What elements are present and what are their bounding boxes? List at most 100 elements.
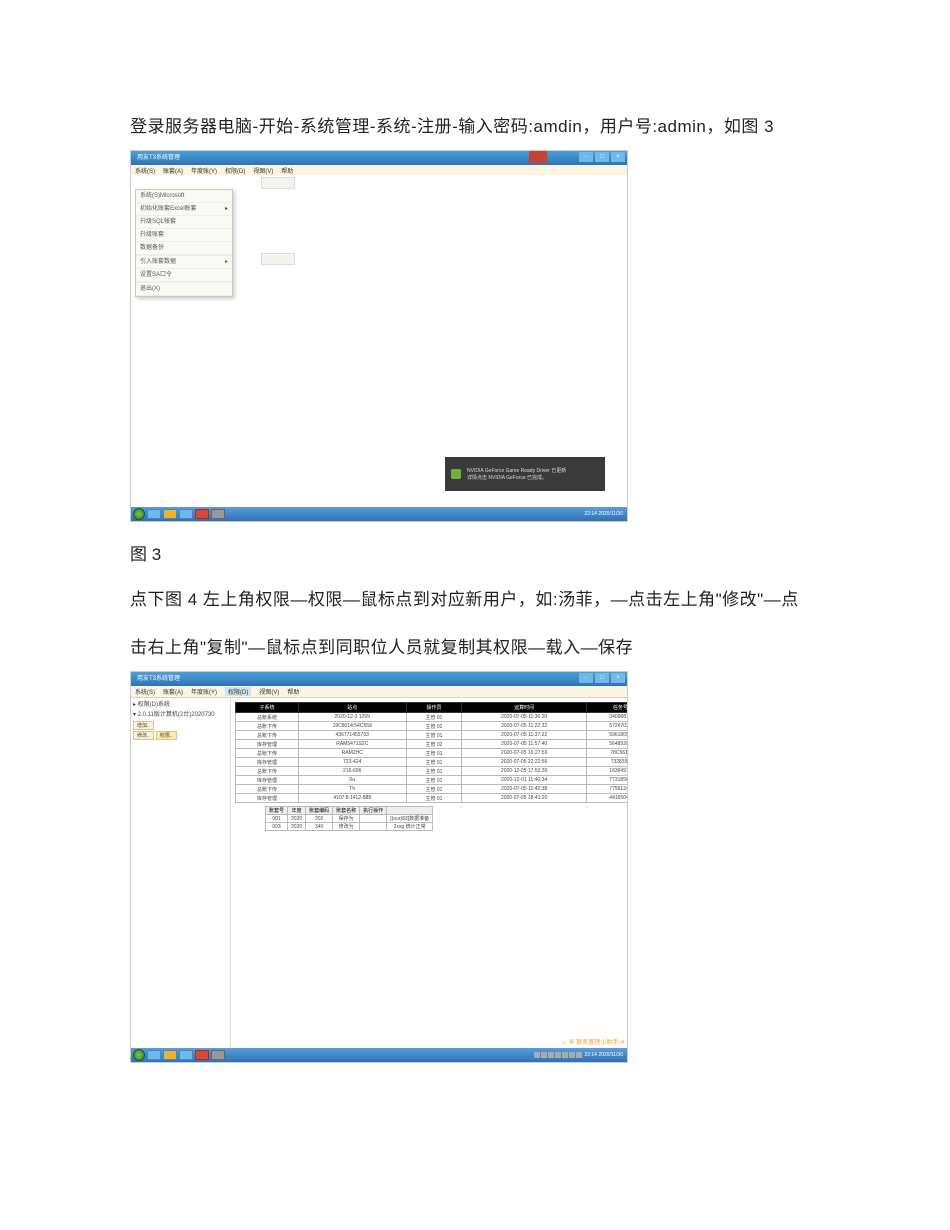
menu-permission[interactable]: 权限(D) — [225, 166, 245, 175]
table-cell: 主管 01 — [406, 785, 462, 794]
taskbar-app-4[interactable] — [195, 509, 209, 519]
start-button[interactable] — [133, 1049, 145, 1061]
table-row[interactable]: 总账下传RAM2HC主管 012020-07-05 16:27:5978C561… — [236, 749, 628, 758]
windows-taskbar: 22:14 2020/11/30 — [131, 507, 627, 521]
minimize-button[interactable]: - — [579, 673, 593, 683]
table-cell: 保存为 — [333, 815, 360, 823]
taskbar-app-3[interactable] — [179, 509, 193, 519]
tray-icon[interactable] — [534, 1052, 540, 1058]
menu-account[interactable]: 账套(A) — [163, 687, 183, 696]
instruction-paragraph-2: 点下图 4 左上角权限—权限—鼠标点到对应新用户，如:汤菲，—点击左上角"修改"… — [130, 583, 820, 617]
system-close-group — [529, 150, 547, 163]
permission-button[interactable]: 权限.. — [156, 731, 177, 740]
taskbar-app-5[interactable] — [211, 1050, 225, 1060]
close-button[interactable]: × — [611, 673, 625, 683]
table-row[interactable]: 总账下传216-696主管 012020-12-05 17:52:3016364… — [236, 767, 628, 776]
table-cell: 主管 02 — [406, 722, 462, 731]
table-cell: 主管 01 — [406, 749, 462, 758]
tray-icon[interactable] — [541, 1052, 547, 1058]
taskbar-app-1[interactable] — [147, 509, 161, 519]
table-header: 账套号 — [266, 807, 288, 815]
dropdown-item-sa[interactable]: 设置SA口令 — [136, 269, 232, 282]
figure-4-screenshot: 用友T3系统管理 - □ × 系统(S) 账套(A) 年度账(Y) 权限(D) … — [130, 671, 628, 1063]
menu-account[interactable]: 账套(A) — [163, 166, 183, 175]
tray-time: 22:14 2020/11/30 — [584, 511, 623, 517]
tray-icon[interactable] — [548, 1052, 554, 1058]
dropdown-item-upgrade-sql[interactable]: 升级SQL帐套 — [136, 216, 232, 229]
tree-item-2[interactable]: ▾ 2.0.11版计算机(2台)2020730 — [133, 710, 228, 720]
dropdown-item-init[interactable]: 初始化账套Excel账套▸ — [136, 203, 232, 216]
menu-help[interactable]: 帮助 — [281, 166, 293, 175]
table-cell: 主管 01 — [406, 713, 462, 722]
table-cell — [360, 815, 387, 823]
menu-permission[interactable]: 权限(D) — [225, 687, 251, 696]
table-header — [387, 807, 433, 815]
tray-icon[interactable] — [576, 1052, 582, 1058]
table-row[interactable]: 总账系统2020-12-3 1299主管 012020-07-05 11:36:… — [236, 713, 628, 722]
tree-item-1[interactable]: ▸ 权限(D)系统 — [133, 700, 228, 710]
table-cell: 436771455703 — [298, 731, 406, 740]
table-row[interactable]: 库存管理4107:8:1412-888主管 012020-07-05 18:41… — [236, 794, 628, 803]
table-cell: 723-424 — [298, 758, 406, 767]
dropdown-item-import[interactable]: 引入账套数据▸ — [136, 256, 232, 269]
menu-view[interactable]: 视图(V) — [253, 166, 273, 175]
add-button[interactable]: 增加.. — [133, 721, 154, 730]
taskbar-app-1[interactable] — [147, 1050, 161, 1060]
table-header: 操作员 — [406, 703, 462, 713]
table-row[interactable]: 0032020340修改为2xxg 统计正常 — [266, 823, 433, 831]
table-header: 执行操作 — [360, 807, 387, 815]
window-titlebar: 用友T3系统管理 - □ × — [131, 151, 627, 165]
menu-system[interactable]: 系统(S) — [135, 687, 155, 696]
close-button[interactable]: × — [611, 152, 625, 162]
table-cell: 库存管理 — [236, 758, 299, 767]
table-row[interactable]: 总账下传436771455703主管 012020-07-05 11:37:22… — [236, 731, 628, 740]
maximize-button[interactable]: □ — [595, 673, 609, 683]
figure-3-caption: 图 3 — [130, 540, 820, 565]
system-dropdown-menu: 系统(S)Microsoft 初始化账套Excel账套▸ 升级SQL帐套 升级账… — [135, 189, 233, 297]
sub-data-table: 账套号年度账套编码账套名称执行操作0012020202保存为[(our)83]数… — [265, 806, 433, 831]
menu-help[interactable]: 帮助 — [287, 687, 299, 696]
tray-icon[interactable] — [555, 1052, 561, 1058]
table-row[interactable]: 库存管理723-424主管 012020-07-05 22:22:5673283… — [236, 758, 628, 767]
table-row[interactable]: 总账下传Th主管 012020-07-05 11:42:3877561240 — [236, 785, 628, 794]
table-row[interactable]: 0012020202保存为[(our)83]数据准备 — [266, 815, 433, 823]
taskbar-app-2[interactable] — [163, 509, 177, 519]
side-tree-panel: ▸ 权限(D)系统 ▾ 2.0.11版计算机(2台)2020730 增加.. 修… — [131, 698, 231, 1048]
system-tray: 22:14 2020/11/30 — [584, 511, 627, 517]
table-cell: 总账下传 — [236, 767, 299, 776]
assistant-bar[interactable]: ☼ ▣ 联系管理小助手 ✕ — [561, 1037, 625, 1046]
notification-text: NVIDIA GeForce Game Ready Driver 已更新 详情点… — [467, 467, 566, 481]
table-header: 运算时间 — [462, 703, 586, 713]
submenu-arrow-icon: ▸ — [225, 256, 228, 269]
table-cell: 修改为 — [333, 823, 360, 831]
start-button[interactable] — [133, 508, 145, 520]
tray-icon[interactable] — [569, 1052, 575, 1058]
minimize-button[interactable]: - — [579, 152, 593, 162]
menu-view[interactable]: 视图(V) — [259, 687, 279, 696]
menu-year[interactable]: 年度账(Y) — [191, 166, 217, 175]
table-row[interactable]: 库存管理0u主管 012020-12-01 11:40:3477318503 — [236, 776, 628, 785]
window-controls: - □ × — [579, 152, 625, 162]
menu-year[interactable]: 年度账(Y) — [191, 687, 217, 696]
table-row[interactable]: 总账下传19C8014:54C559主管 022020-07-05 11:22:… — [236, 722, 628, 731]
table-row[interactable]: 库存管理RAM5471S2C主管 022020-07-05 11:57:4056… — [236, 740, 628, 749]
taskbar-app-2[interactable] — [163, 1050, 177, 1060]
taskbar-app-4[interactable] — [195, 1050, 209, 1060]
tray-icons — [534, 1052, 582, 1058]
close-button-browser[interactable] — [529, 150, 547, 163]
dropdown-item-backup[interactable]: 数据备份 — [136, 242, 232, 255]
window-controls: - □ × — [579, 673, 625, 683]
system-tray: 22:14 2020/11/30 — [534, 1052, 627, 1058]
taskbar-app-3[interactable] — [179, 1050, 193, 1060]
dropdown-item-system[interactable]: 系统(S)Microsoft — [136, 190, 232, 203]
taskbar-app-5[interactable] — [211, 509, 225, 519]
dropdown-item-upgrade[interactable]: 升级账套 — [136, 229, 232, 242]
table-header: 账套名称 — [333, 807, 360, 815]
table-cell: 001 — [266, 815, 288, 823]
menu-system[interactable]: 系统(S) — [135, 166, 155, 175]
dropdown-item-exit[interactable]: 退出(X) — [136, 283, 232, 296]
modify-button[interactable]: 修改.. — [133, 731, 154, 740]
maximize-button[interactable]: □ — [595, 152, 609, 162]
nvidia-notification[interactable]: NVIDIA GeForce Game Ready Driver 已更新 详情点… — [445, 457, 605, 491]
tray-icon[interactable] — [562, 1052, 568, 1058]
